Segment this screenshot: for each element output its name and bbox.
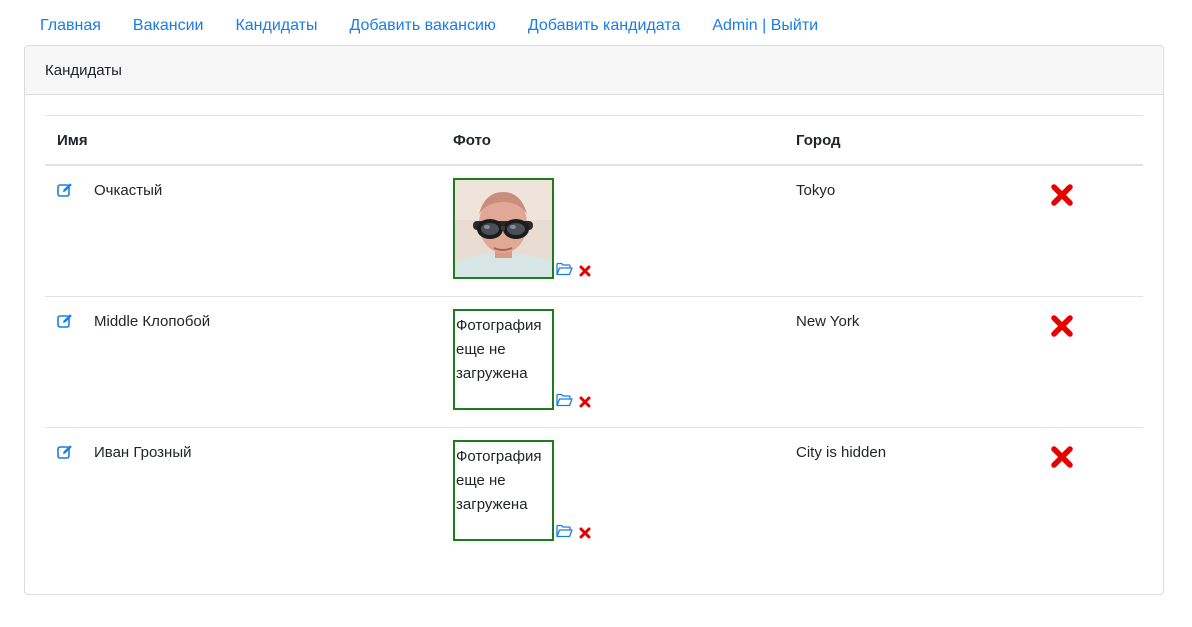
candidate-photo: Фотография еще не загружена [453,440,554,541]
candidates-table: Имя Фото Город Очкастый Tokyo Middle Кло… [45,115,1143,558]
table-row: Middle Клопобой Фотография еще не загруж… [45,297,1143,428]
edit-icon[interactable] [57,313,73,329]
nav-logout-link[interactable]: Admin | Выйти [696,14,834,38]
nav-add-candidate-link[interactable]: Добавить кандидата [512,14,696,38]
delete-photo-icon[interactable] [579,527,591,539]
candidate-name: Middle Клопобой [94,313,211,330]
delete-candidate-icon[interactable] [1050,445,1074,469]
column-header-name: Имя [57,132,88,149]
delete-photo-icon[interactable] [579,396,591,408]
candidate-name: Иван Грозный [94,444,192,461]
table-row: Иван Грозный Фотография еще не загружена… [45,428,1143,558]
nav-home-link[interactable]: Главная [24,14,117,38]
nav-add-vacancy-link[interactable]: Добавить вакансию [333,14,511,38]
candidate-city: Tokyo [796,182,836,199]
column-header-city: Город [796,132,841,149]
column-header-photo: Фото [453,132,491,149]
folder-open-icon[interactable] [556,393,573,407]
delete-photo-icon[interactable] [579,265,591,277]
candidate-photo-image [455,180,552,277]
nav-candidates-link[interactable]: Кандидаты [219,14,333,38]
table-row: Очкастый Tokyo [45,166,1143,297]
delete-candidate-icon[interactable] [1050,314,1074,338]
nav-vacancies-link[interactable]: Вакансии [117,14,220,38]
candidate-city: City is hidden [796,444,887,461]
table-header: Имя Фото Город [45,115,1143,166]
edit-icon[interactable] [57,182,73,198]
edit-icon[interactable] [57,444,73,460]
top-navigation: Главная Вакансии Кандидаты Добавить вака… [24,14,834,38]
folder-open-icon[interactable] [556,524,573,538]
candidate-photo: Фотография еще не загружена [453,309,554,410]
delete-candidate-icon[interactable] [1050,183,1074,207]
photo-placeholder-text: Фотография еще не загружена [456,448,542,513]
candidates-card: Кандидаты Имя Фото Город Очкастый Tokyo … [24,45,1164,595]
candidate-city: New York [796,313,860,330]
candidate-photo [453,178,554,279]
folder-open-icon[interactable] [556,262,573,276]
card-title: Кандидаты [25,46,1163,95]
photo-placeholder-text: Фотография еще не загружена [456,317,542,382]
candidate-name: Очкастый [94,182,163,199]
